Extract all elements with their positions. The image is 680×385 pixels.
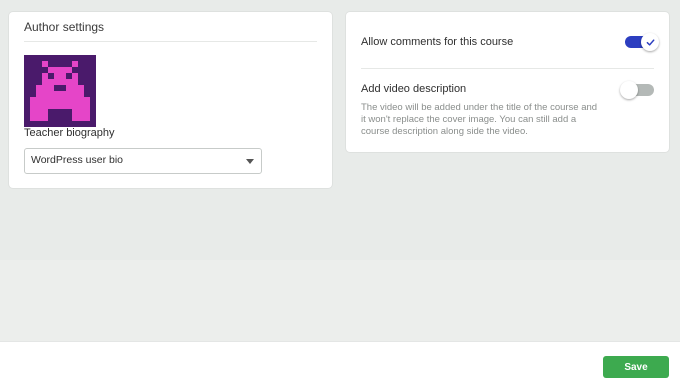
video-description-label: Add video description bbox=[361, 83, 467, 95]
checkmark-icon bbox=[646, 38, 654, 46]
footer-bar bbox=[0, 341, 680, 385]
video-description-help-text: The video will be added under the title … bbox=[361, 102, 598, 137]
save-button[interactable]: Save bbox=[603, 356, 669, 378]
teacher-biography-label: Teacher biography bbox=[24, 127, 115, 139]
allow-comments-toggle[interactable] bbox=[625, 33, 659, 51]
teacher-biography-select[interactable]: WordPress user bio bbox=[24, 148, 262, 174]
author-settings-card: Author settings Teacher biography WordPr… bbox=[9, 12, 332, 188]
pixel-monster-avatar-icon bbox=[24, 55, 96, 127]
chevron-down-icon bbox=[246, 159, 254, 164]
toggle-knob bbox=[641, 33, 659, 51]
toggle-knob bbox=[620, 81, 638, 99]
video-description-toggle[interactable] bbox=[620, 81, 654, 99]
settings-divider bbox=[361, 68, 654, 69]
author-settings-title: Author settings bbox=[24, 20, 105, 34]
allow-comments-label: Allow comments for this course bbox=[361, 36, 514, 48]
teacher-biography-select-value: WordPress user bio bbox=[31, 154, 124, 166]
author-settings-divider bbox=[24, 41, 317, 42]
course-settings-card: Allow comments for this course Add video… bbox=[346, 12, 669, 152]
